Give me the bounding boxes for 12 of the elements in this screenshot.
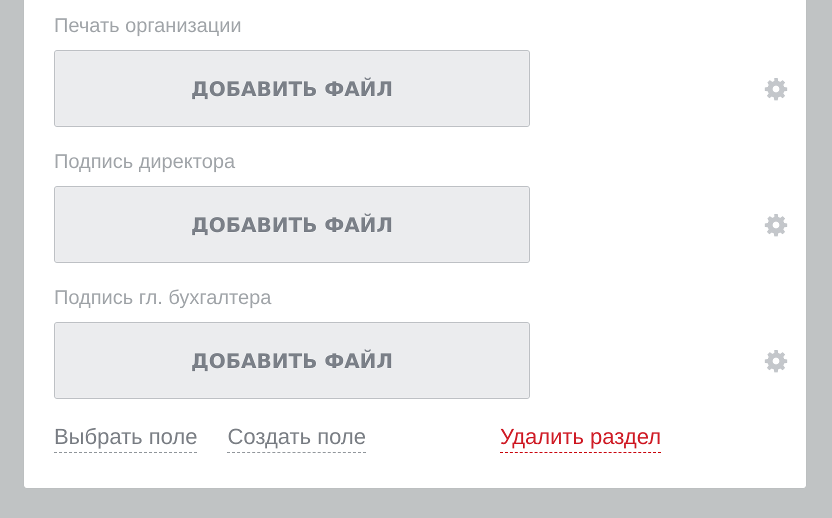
field-label: Подпись директора xyxy=(54,150,236,174)
delete-section-link[interactable]: Удалить раздел xyxy=(500,422,662,453)
add-file-button[interactable]: ДОБАВИТЬ ФАЙЛ xyxy=(54,50,530,127)
settings-icon[interactable] xyxy=(764,348,788,372)
settings-icon[interactable] xyxy=(764,76,788,100)
add-file-button[interactable]: ДОБАВИТЬ ФАЙЛ xyxy=(54,186,530,263)
settings-icon[interactable] xyxy=(764,212,788,236)
add-file-button[interactable]: ДОБАВИТЬ ФАЙЛ xyxy=(54,322,530,399)
field-link[interactable]: Создать поле xyxy=(227,422,366,453)
field-link[interactable]: Выбрать поле xyxy=(54,422,198,453)
field-label: Подпись гл. бухгалтера xyxy=(54,286,272,310)
field-label: Печать организации xyxy=(54,14,242,38)
